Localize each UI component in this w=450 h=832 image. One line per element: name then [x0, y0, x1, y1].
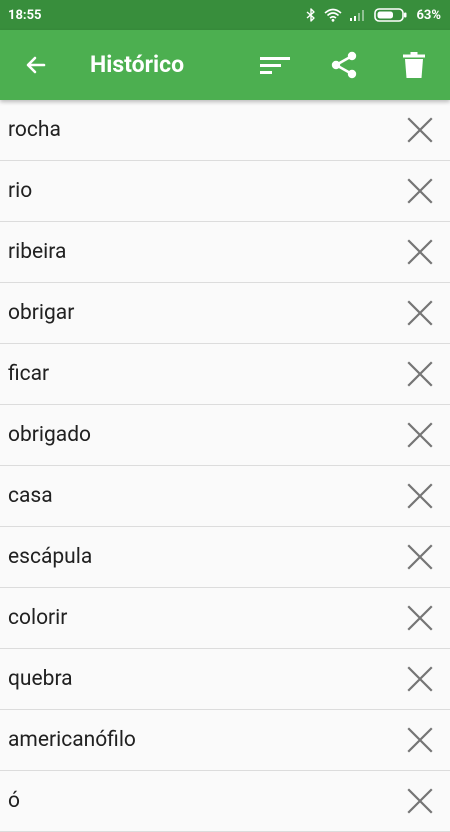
history-word: rocha [8, 118, 61, 142]
history-word: rio [8, 179, 33, 203]
remove-item-button[interactable] [398, 291, 442, 335]
history-word: casa [8, 484, 53, 508]
close-icon [407, 788, 433, 814]
close-icon [407, 666, 433, 692]
history-item[interactable]: quebra [0, 649, 450, 710]
history-item[interactable]: escápula [0, 527, 450, 588]
status-bar: 18:55 63% [0, 0, 450, 30]
back-arrow-icon [26, 56, 46, 74]
remove-item-button[interactable] [398, 657, 442, 701]
close-icon [407, 422, 433, 448]
history-word: colorir [8, 606, 68, 630]
share-button[interactable] [322, 43, 366, 87]
history-word: ficar [8, 362, 50, 386]
share-icon [331, 51, 357, 79]
signal-icon [350, 9, 366, 21]
history-word: obrigado [8, 423, 92, 447]
remove-item-button[interactable] [398, 779, 442, 823]
close-icon [407, 178, 433, 204]
remove-item-button[interactable] [398, 535, 442, 579]
close-icon [407, 483, 433, 509]
back-button[interactable] [14, 43, 58, 87]
bluetooth-icon [306, 8, 316, 22]
wifi-icon [324, 8, 342, 22]
remove-item-button[interactable] [398, 474, 442, 518]
remove-item-button[interactable] [398, 230, 442, 274]
close-icon [407, 544, 433, 570]
history-item[interactable]: rocha [0, 100, 450, 161]
history-item[interactable]: obrigar [0, 283, 450, 344]
close-icon [407, 605, 433, 631]
remove-item-button[interactable] [398, 718, 442, 762]
remove-item-button[interactable] [398, 169, 442, 213]
history-word: ribeira [8, 240, 67, 264]
remove-item-button[interactable] [398, 596, 442, 640]
history-item[interactable]: casa [0, 466, 450, 527]
remove-item-button[interactable] [398, 352, 442, 396]
close-icon [407, 239, 433, 265]
close-icon [407, 300, 433, 326]
history-item[interactable]: colorir [0, 588, 450, 649]
close-icon [407, 117, 433, 143]
page-title: Histórico [90, 51, 185, 78]
sort-button[interactable] [253, 43, 297, 87]
sort-icon [260, 57, 290, 74]
battery-icon [374, 8, 408, 22]
history-word: quebra [8, 667, 73, 691]
history-word: americanófilo [8, 728, 136, 752]
history-list: rocha rio ribeira obrigar ficar obrigado… [0, 100, 450, 832]
history-word: obrigar [8, 301, 75, 325]
history-word: escápula [8, 545, 93, 569]
status-time: 18:55 [8, 7, 42, 23]
history-word: ó [8, 789, 20, 813]
app-bar: Histórico [0, 30, 450, 100]
history-item[interactable]: ribeira [0, 222, 450, 283]
history-item[interactable]: ó [0, 771, 450, 832]
close-icon [407, 361, 433, 387]
remove-item-button[interactable] [398, 108, 442, 152]
delete-button[interactable] [392, 43, 436, 87]
history-item[interactable]: ficar [0, 344, 450, 405]
delete-icon [403, 52, 425, 78]
remove-item-button[interactable] [398, 413, 442, 457]
history-item[interactable]: americanófilo [0, 710, 450, 771]
battery-percentage: 63% [416, 7, 441, 23]
history-item[interactable]: obrigado [0, 405, 450, 466]
close-icon [407, 727, 433, 753]
history-item[interactable]: rio [0, 161, 450, 222]
status-icons: 63% [306, 8, 441, 23]
